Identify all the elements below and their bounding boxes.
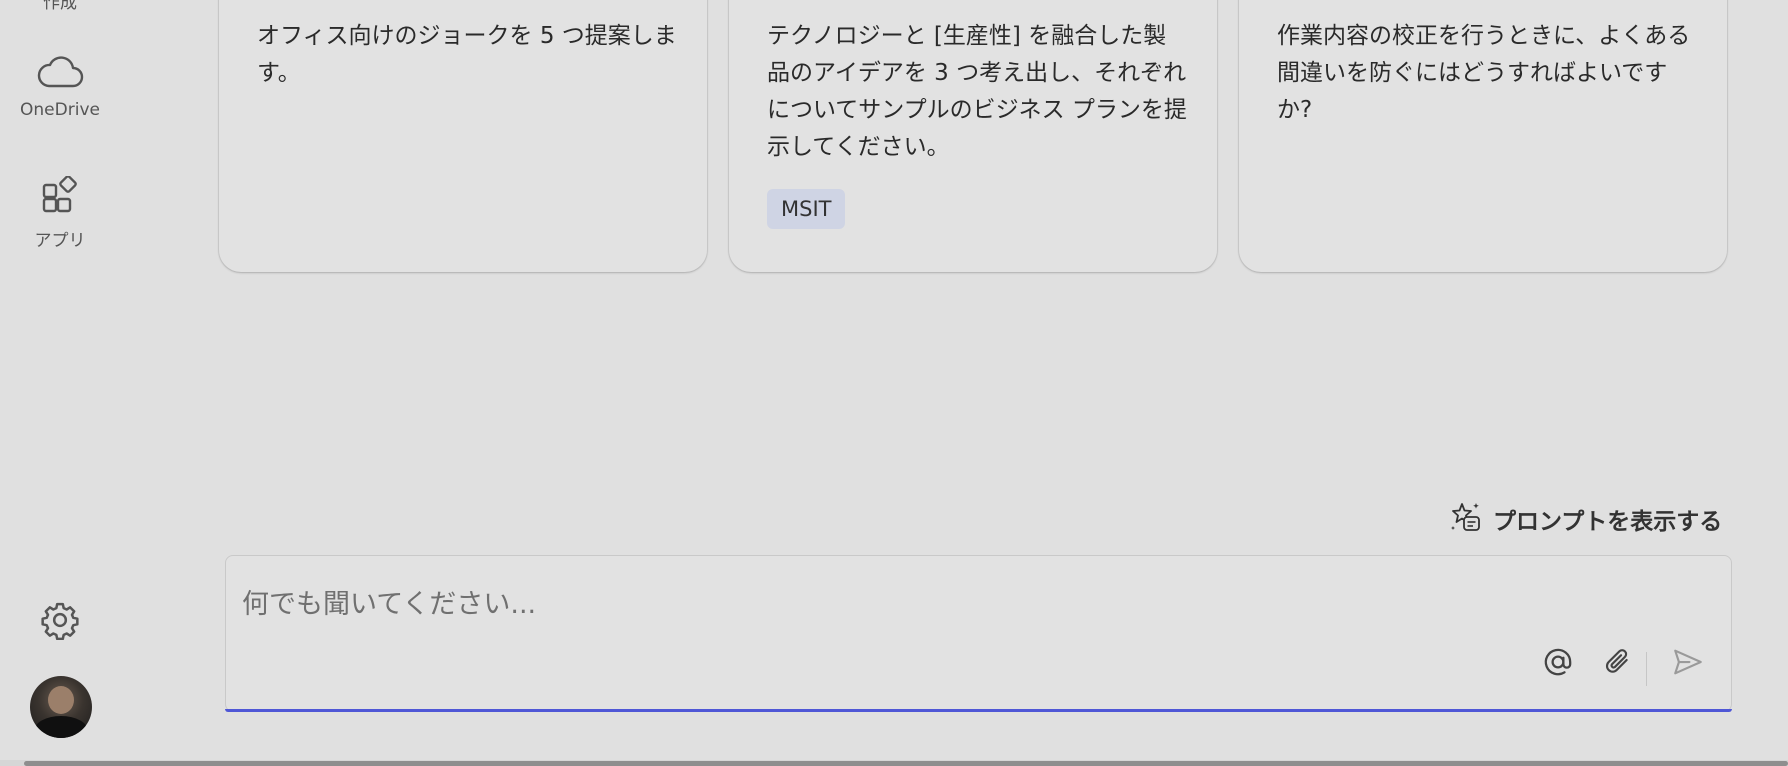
chat-input[interactable]: 何でも聞いてください... [242, 582, 1442, 621]
cloud-icon [36, 56, 84, 94]
prompt-card-text: オフィス向けのジョークを 5 つ提案します。 [257, 23, 677, 86]
send-button[interactable] [1666, 642, 1710, 686]
rail-item-apps-label: アプリ [34, 231, 86, 251]
prompt-card-text: 作業内容の校正を行うときに、よくある間違いを防ぐにはどうすればよいですか? [1277, 23, 1691, 123]
settings-button[interactable] [0, 600, 120, 644]
prompt-gallery-icon [1449, 500, 1483, 538]
paperclip-icon [1602, 646, 1634, 682]
prompt-card[interactable]: 作業内容の校正を行うときに、よくある間違いを防ぐにはどうすればよいですか? [1239, 0, 1727, 272]
show-prompts-button[interactable]: プロンプトを表示する [1449, 502, 1722, 536]
rail-item-apps[interactable]: アプリ [0, 175, 120, 251]
chat-input-box[interactable]: 何でも聞いてください... [225, 555, 1732, 712]
attach-button[interactable] [1596, 642, 1640, 686]
chat-toolbar-divider [1646, 652, 1647, 686]
gear-icon [40, 600, 80, 644]
send-icon [1671, 645, 1705, 683]
horizontal-scrollbar[interactable] [24, 761, 1788, 766]
apps-icon [40, 175, 80, 220]
prompt-card[interactable]: テクノロジーと [生産性] を融合した製品のアイデアを 3 つ考え出し、それぞれ… [729, 0, 1217, 272]
avatar-face [48, 686, 74, 714]
rail-item-create-label: 作成 [43, 0, 77, 13]
prompt-card-text: テクノロジーと [生産性] を融合した製品のアイデアを 3 つ考え出し、それぞれ… [767, 23, 1187, 160]
mention-button[interactable] [1536, 642, 1580, 686]
left-rail: 作成 OneDrive アプリ [0, 0, 120, 766]
rail-item-onedrive-label: OneDrive [20, 100, 100, 120]
prompt-card-tag: MSIT [767, 189, 846, 229]
chat-input-focus-underline [225, 709, 1732, 712]
rail-item-onedrive[interactable]: OneDrive [0, 56, 120, 120]
copilot-page: 作成 OneDrive アプリ オフィス向けのジョークを 5 つ提案します。 テ… [0, 0, 1788, 766]
prompt-card[interactable]: オフィス向けのジョークを 5 つ提案します。 [219, 0, 707, 272]
avatar-body [34, 716, 88, 738]
avatar[interactable] [30, 676, 92, 738]
at-icon [1541, 645, 1575, 683]
rail-item-create[interactable]: 作成 [0, 0, 120, 13]
show-prompts-label: プロンプトを表示する [1493, 509, 1723, 535]
